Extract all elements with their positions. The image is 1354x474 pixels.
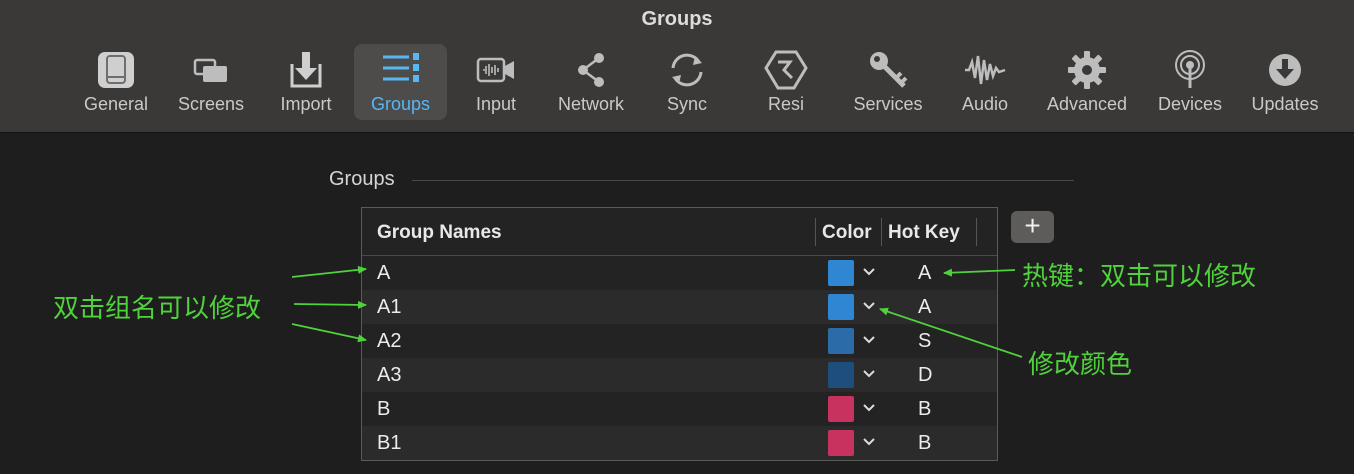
network-icon [578,53,604,87]
add-group-button[interactable]: + [1011,211,1054,243]
column-divider [881,218,882,246]
tab-network-label: Network [557,94,624,114]
color-swatch[interactable] [828,260,854,286]
tab-general[interactable]: General [80,44,152,120]
waveform-icon [965,55,1006,85]
group-name-cell[interactable]: A2 [377,330,401,353]
group-name-cell[interactable]: B [377,398,390,421]
table-row[interactable]: A1 A [362,290,997,324]
tab-general-label: General [83,94,149,114]
tab-screens-label: Screens [177,94,245,114]
tab-groups-label: Groups [370,94,431,114]
tab-sync-label: Sync [666,94,708,114]
table-row[interactable]: B B [362,392,997,426]
annotation-hotkey: 热键：双击可以修改 [1022,262,1257,292]
import-icon [290,52,322,88]
window-title: Groups [641,8,713,30]
tab-devices-label: Devices [1157,94,1223,114]
group-name-cell[interactable]: A1 [377,296,401,319]
section-divider [412,180,1074,181]
color-swatch[interactable] [828,328,854,354]
tab-input-label: Input [475,94,517,114]
tab-resi[interactable]: Resi [762,44,810,120]
hotkey-cell[interactable]: D [918,364,932,387]
screens-icon [193,58,227,82]
hotkey-cell[interactable]: B [918,432,931,455]
tab-advanced[interactable]: Advanced [1040,44,1134,120]
tab-services[interactable]: Services [848,44,928,120]
color-swatch[interactable] [828,396,854,422]
tab-updates[interactable]: Updates [1246,44,1324,120]
chevron-down-icon[interactable] [862,330,876,350]
hotkey-cell[interactable]: B [918,398,931,421]
resi-icon [764,50,808,90]
tab-audio[interactable]: Audio [956,44,1014,120]
chevron-down-icon[interactable] [862,296,876,316]
annotation-color: 修改颜色 [1028,350,1133,380]
table-row[interactable]: B1 B [362,426,997,460]
chevron-down-icon[interactable] [862,262,876,282]
group-name-cell[interactable]: A3 [377,364,401,387]
download-icon [1269,54,1301,86]
chevron-down-icon[interactable] [862,364,876,384]
key-icon [870,52,908,88]
tab-screens[interactable]: Screens [174,44,248,120]
tab-advanced-label: Advanced [1046,94,1128,114]
column-divider [815,218,816,246]
arrow-to-row-a1 [293,300,367,309]
general-icon [98,52,134,88]
chevron-down-icon[interactable] [862,398,876,418]
group-name-cell[interactable]: B1 [377,432,401,455]
tab-network[interactable]: Network [552,44,630,120]
gear-icon [1068,51,1106,89]
color-swatch[interactable] [828,362,854,388]
toolbar: Groups General Screens Import Groups Inp… [0,0,1354,133]
annotation-rename: 双击组名可以修改 [53,294,262,324]
sync-icon [671,53,703,87]
table-header: Group Names Color Hot Key [362,208,997,256]
hotkey-cell[interactable]: A [918,296,931,319]
arrow-to-row-a [291,265,367,278]
table-row[interactable]: A2 S [362,324,997,358]
input-icon [476,57,514,83]
group-name-cell[interactable]: A [377,262,390,285]
tab-services-label: Services [853,94,923,114]
column-header-group-names[interactable]: Group Names [377,222,502,244]
hotkey-cell[interactable]: S [918,330,931,353]
groups-icon [382,53,419,82]
column-divider [976,218,977,246]
hotkey-cell[interactable]: A [918,262,931,285]
table-row[interactable]: A A [362,256,997,290]
groups-table: Group Names Color Hot Key A A A1 A A2 S … [361,207,998,461]
tab-input[interactable]: Input [470,44,522,120]
tab-groups[interactable]: Groups [354,44,447,120]
color-swatch[interactable] [828,294,854,320]
section-title: Groups [329,168,395,190]
tab-import-label: Import [280,94,332,114]
antenna-icon [1175,50,1205,88]
chevron-down-icon[interactable] [862,432,876,452]
tab-audio-label: Audio [961,94,1009,114]
tab-sync[interactable]: Sync [662,44,712,120]
tab-devices[interactable]: Devices [1152,44,1228,120]
table-row[interactable]: A3 D [362,358,997,392]
column-header-color[interactable]: Color [822,222,872,244]
tab-import[interactable]: Import [272,44,340,120]
arrow-to-row-a2 [291,323,367,343]
tab-resi-label: Resi [767,94,804,114]
tab-updates-label: Updates [1251,94,1319,114]
color-swatch[interactable] [828,430,854,456]
column-header-hot-key[interactable]: Hot Key [888,222,960,244]
